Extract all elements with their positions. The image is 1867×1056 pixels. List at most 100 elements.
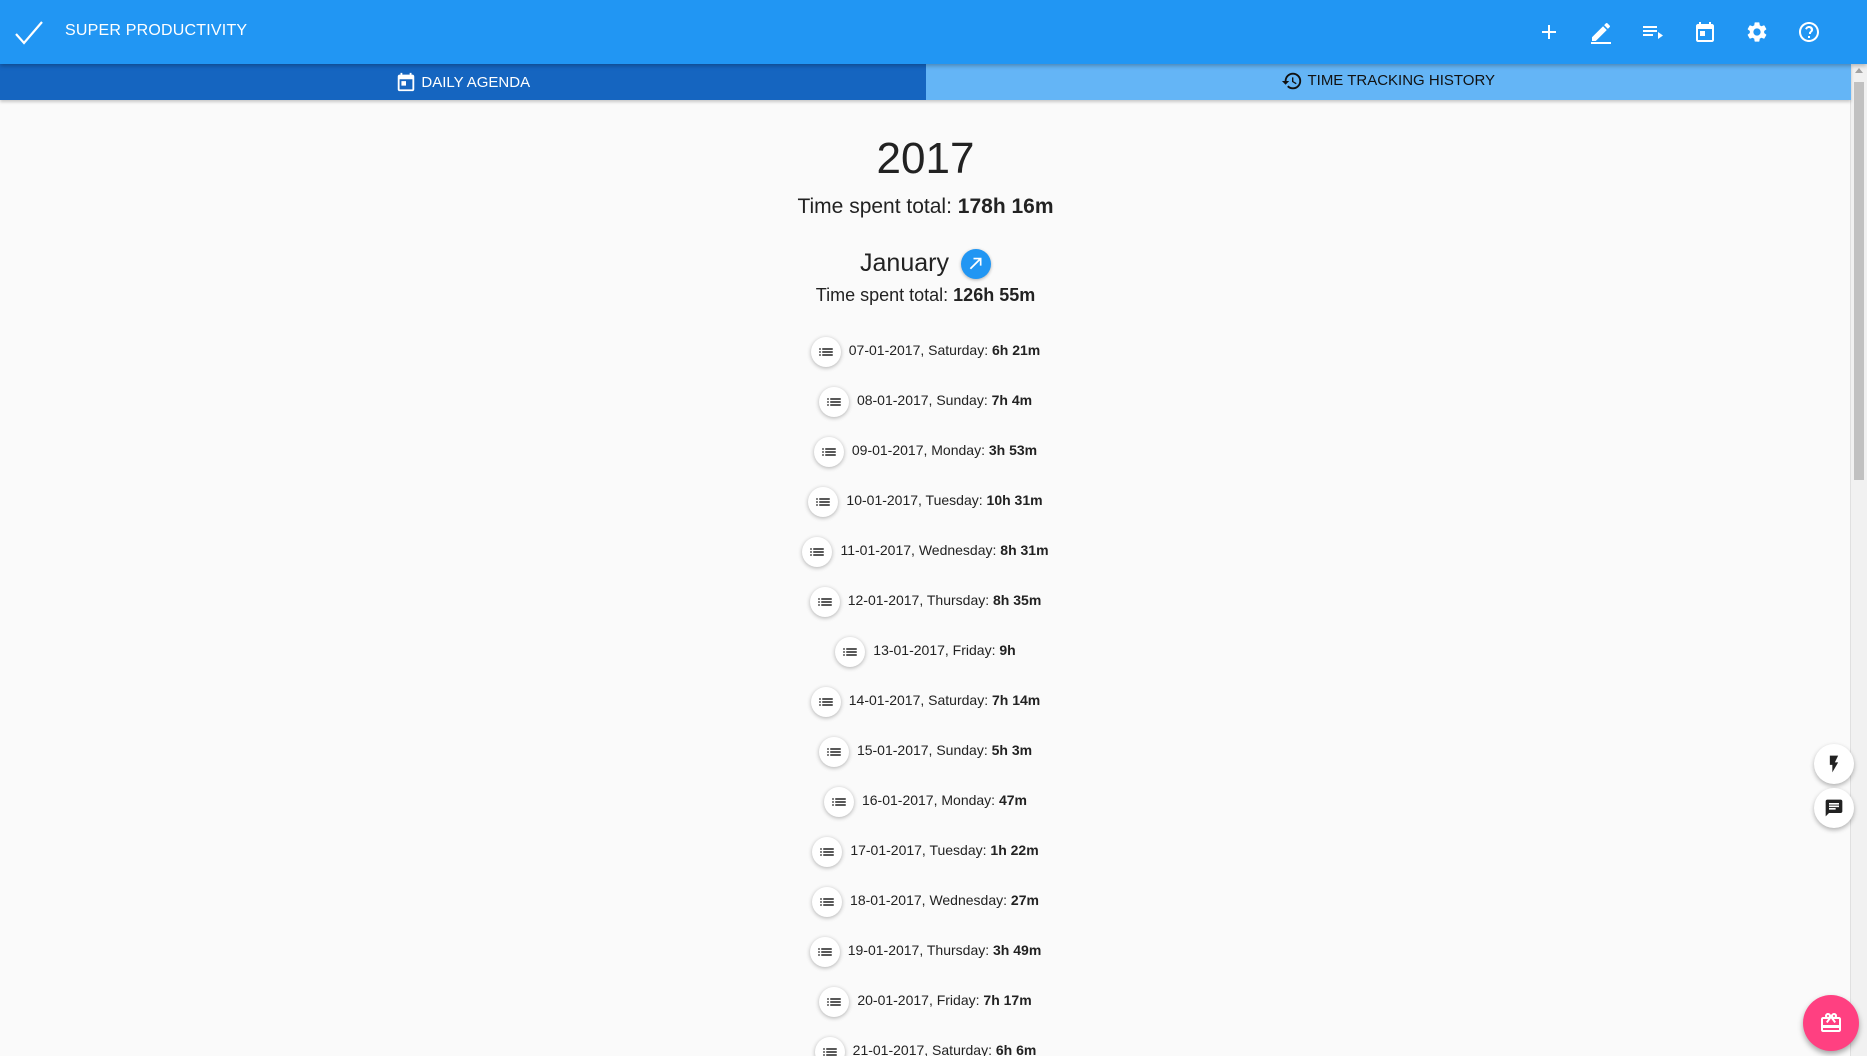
list-icon — [820, 898, 834, 906]
settings-button[interactable] — [1735, 12, 1779, 52]
day-label: 16-01-2017, Monday: — [861, 792, 996, 808]
day-summary: 10-01-2017, Tuesday: 10h 31m — [846, 492, 1042, 508]
day-tasks-button[interactable] — [810, 687, 841, 717]
day-tasks-button[interactable] — [835, 637, 866, 667]
day-label: 21-01-2017, Saturday: — [852, 1042, 992, 1056]
day-label: 15-01-2017, Sunday: — [856, 742, 988, 758]
day-summary: 21-01-2017, Saturday: 6h 6m — [853, 1042, 1037, 1056]
year-total: Time spent total: 178h 16m — [0, 195, 1851, 219]
flash-icon — [1829, 755, 1839, 773]
main-tabs: DAILY AGENDA TIME TRACKING HISTORY — [0, 64, 1851, 100]
tab-daily-agenda[interactable]: DAILY AGENDA — [0, 64, 926, 100]
day-row: 10-01-2017, Tuesday: 10h 31m — [0, 475, 1851, 525]
checkmark-logo-icon — [15, 21, 43, 45]
month-total-value: 126h 55m — [953, 285, 1036, 305]
day-summary: 14-01-2017, Saturday: 7h 14m — [849, 692, 1040, 708]
list-icon — [827, 998, 842, 1006]
day-summary: 07-01-2017, Saturday: 6h 21m — [849, 342, 1040, 358]
day-label: 12-01-2017, Thursday: — [847, 592, 990, 608]
day-row: 16-01-2017, Monday: 47m — [0, 775, 1851, 825]
day-time: 10h 31m — [986, 492, 1043, 508]
month-heading-row: January — [0, 247, 1851, 279]
day-tasks-button[interactable] — [812, 887, 843, 917]
day-time: 3h 49m — [993, 942, 1042, 958]
day-tasks-button[interactable] — [813, 437, 844, 467]
day-label: 10-01-2017, Tuesday: — [846, 492, 983, 508]
main-fab-button[interactable] — [1803, 995, 1859, 1051]
day-tasks-button[interactable] — [823, 787, 854, 817]
day-tasks-button[interactable] — [809, 937, 840, 967]
toolbar — [1527, 12, 1831, 52]
list-icon — [817, 948, 832, 956]
day-tasks-button[interactable] — [802, 537, 833, 567]
day-summary: 11-01-2017, Wednesday: 8h 31m — [840, 542, 1048, 558]
playlist-add-icon — [1643, 26, 1663, 39]
day-list: 07-01-2017, Saturday: 6h 21m 08-01-2017, … — [0, 325, 1851, 1056]
day-tasks-button[interactable] — [818, 387, 849, 417]
day-tasks-button[interactable] — [818, 737, 849, 767]
day-time: 47m — [998, 792, 1027, 808]
month-total-label: Time spent total: — [815, 285, 949, 305]
open-month-button[interactable] — [960, 249, 991, 279]
list-icon — [819, 348, 833, 356]
day-summary: 13-01-2017, Friday: 9h — [873, 642, 1015, 658]
history-icon — [1282, 72, 1302, 89]
day-summary: 15-01-2017, Sunday: 5h 3m — [857, 742, 1032, 758]
day-time: 9h — [999, 642, 1016, 658]
scroll-up-arrow-icon[interactable] — [1855, 68, 1863, 73]
day-label: 11-01-2017, Wednesday: — [840, 542, 997, 558]
list-icon — [820, 848, 835, 856]
year-total-value: 178h 16m — [957, 195, 1054, 218]
day-tasks-button[interactable] — [812, 837, 843, 867]
comment-text-icon — [1825, 799, 1843, 817]
list-icon — [827, 398, 841, 406]
help-circle-icon — [1799, 22, 1819, 42]
vertical-scrollbar[interactable] — [1850, 64, 1867, 1056]
edit-button[interactable] — [1579, 12, 1623, 52]
calendar-button[interactable] — [1683, 12, 1727, 52]
day-time: 7h 14m — [991, 692, 1041, 708]
day-label: 14-01-2017, Saturday: — [848, 692, 989, 708]
day-row: 19-01-2017, Thursday: 3h 49m — [0, 925, 1851, 975]
help-button[interactable] — [1787, 12, 1831, 52]
day-row: 15-01-2017, Sunday: 5h 3m — [0, 725, 1851, 775]
backlog-button[interactable] — [1631, 12, 1675, 52]
day-tasks-button[interactable] — [808, 487, 839, 517]
notes-button[interactable] — [1814, 788, 1854, 828]
list-icon — [827, 748, 841, 756]
year-heading: 2017 — [876, 134, 975, 183]
day-time: 6h 21m — [991, 342, 1041, 358]
day-label: 13-01-2017, Friday: — [873, 642, 996, 658]
day-time: 8h 31m — [1000, 542, 1049, 558]
history-content: 2017 Time spent total: 178h 16m January … — [0, 100, 1851, 1056]
month-name: January — [860, 248, 949, 277]
day-tasks-button[interactable] — [814, 1037, 845, 1056]
day-label: 20-01-2017, Friday: — [857, 992, 980, 1008]
day-tasks-button[interactable] — [810, 337, 841, 367]
scrollbar-thumb[interactable] — [1854, 82, 1864, 480]
day-tasks-button[interactable] — [809, 587, 840, 617]
list-icon — [810, 548, 825, 556]
day-row: 21-01-2017, Saturday: 6h 6m — [0, 1025, 1851, 1056]
day-label: 18-01-2017, Wednesday: — [850, 892, 1008, 908]
day-label: 19-01-2017, Thursday: — [847, 942, 990, 958]
tab-time-tracking-history[interactable]: TIME TRACKING HISTORY — [925, 64, 1851, 100]
year-total-label: Time spent total: — [797, 195, 952, 218]
tab-label: DAILY AGENDA — [421, 73, 531, 91]
day-row: 20-01-2017, Friday: 7h 17m — [0, 975, 1851, 1025]
quick-action-button[interactable] — [1814, 744, 1854, 784]
day-row: 09-01-2017, Monday: 3h 53m — [0, 425, 1851, 475]
day-summary: 12-01-2017, Thursday: 8h 35m — [848, 592, 1042, 608]
day-time: 3h 53m — [988, 442, 1038, 458]
day-label: 08-01-2017, Sunday: — [856, 392, 988, 408]
calendar-icon — [1696, 22, 1714, 42]
day-time: 6h 6m — [995, 1042, 1037, 1056]
day-tasks-button[interactable] — [819, 987, 850, 1017]
day-label: 07-01-2017, Saturday: — [848, 342, 989, 358]
add-task-button[interactable] — [1527, 12, 1571, 52]
day-summary: 20-01-2017, Friday: 7h 17m — [857, 992, 1031, 1008]
calendar-icon — [398, 72, 415, 92]
month-total: Time spent total: 126h 55m — [0, 285, 1851, 306]
day-row: 13-01-2017, Friday: 9h — [0, 625, 1851, 675]
app-title: SUPER PRODUCTIVITY — [65, 22, 248, 39]
